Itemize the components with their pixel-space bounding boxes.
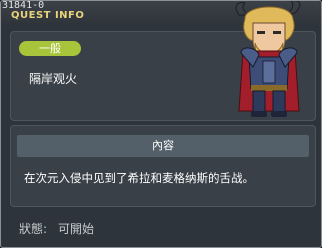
status-value: 可開始 <box>58 222 95 236</box>
status-label: 狀態: <box>19 222 48 236</box>
quest-description: 在次元入侵中见到了希拉和麦格纳斯的舌战。 <box>24 171 254 185</box>
npc-portrait-icon <box>235 1 301 117</box>
content-section-header: 內容 <box>17 135 309 157</box>
quest-category-badge: 一般 <box>19 41 81 56</box>
window-title: QUEST INFO <box>11 10 85 21</box>
quest-info-window: 31841-0 QUEST INFO 一般 隔岸观火 內容 在次元入侵中见到了希… <box>0 0 322 248</box>
quest-content-panel: 內容 在次元入侵中见到了希拉和麦格纳斯的舌战。 <box>10 125 316 207</box>
quest-name: 隔岸观火 <box>29 72 78 86</box>
